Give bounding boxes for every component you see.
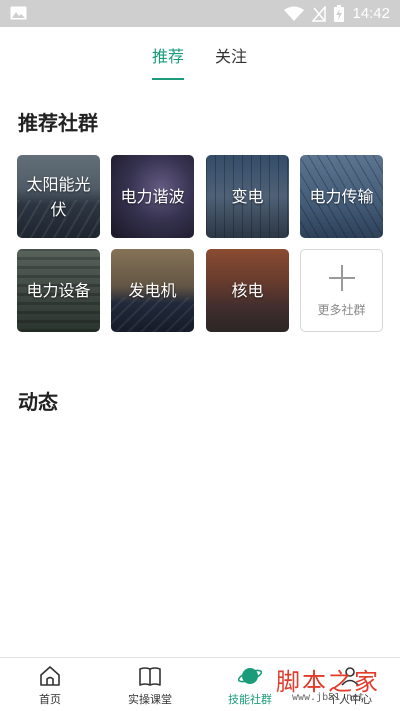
community-tile-power-equipment[interactable]: 电力设备 (17, 249, 100, 332)
nav-home[interactable]: 首页 (0, 658, 100, 711)
more-communities-label: 更多社群 (317, 303, 366, 317)
top-tabs: 推荐 关注 (0, 27, 400, 82)
wifi-icon (284, 6, 305, 21)
community-tile-power-harmonics[interactable]: 电力谐波 (111, 155, 194, 238)
community-tile-generator[interactable]: 发电机 (111, 249, 194, 332)
community-tile-nuclear-power[interactable]: 核电 (206, 249, 289, 332)
tab-active-indicator (152, 78, 184, 80)
community-label: 电力谐波 (120, 187, 185, 206)
plus-icon (328, 265, 355, 291)
home-icon (40, 666, 60, 686)
site-watermark: 脚本之家 www.jb51.net (236, 660, 396, 708)
no-signal-icon (312, 5, 327, 22)
community-tile-solar-pv[interactable]: 太阳能光伏 (17, 155, 100, 238)
nav-home-label: 首页 (39, 693, 61, 706)
more-communities-button[interactable]: 更多社群 (300, 249, 383, 332)
community-label: 变电 (231, 187, 264, 206)
status-bar: 14:42 (0, 0, 400, 27)
community-label: 核电 (231, 281, 264, 300)
feed-section-title: 动态 (18, 390, 58, 414)
tab-recommend[interactable]: 推荐 (152, 43, 184, 67)
nav-practical-class-label: 实操课堂 (128, 693, 172, 706)
battery-charging-icon (334, 5, 345, 22)
community-label: 电力设备 (26, 281, 91, 300)
community-label: 太阳能光伏 (26, 174, 91, 219)
image-notification-icon (10, 6, 27, 20)
community-label: 电力传输 (309, 187, 374, 206)
community-label: 发电机 (128, 281, 177, 300)
community-tile-substation[interactable]: 变电 (206, 155, 289, 238)
recommend-section-title: 推荐社群 (18, 111, 98, 135)
community-tile-power-transmission[interactable]: 电力传输 (300, 155, 383, 238)
status-time: 14:42 (352, 5, 390, 22)
book-icon (139, 667, 161, 686)
watermark-url: www.jb51.net (292, 692, 365, 703)
nav-practical-class[interactable]: 实操课堂 (100, 658, 200, 711)
tab-follow[interactable]: 关注 (215, 43, 247, 67)
